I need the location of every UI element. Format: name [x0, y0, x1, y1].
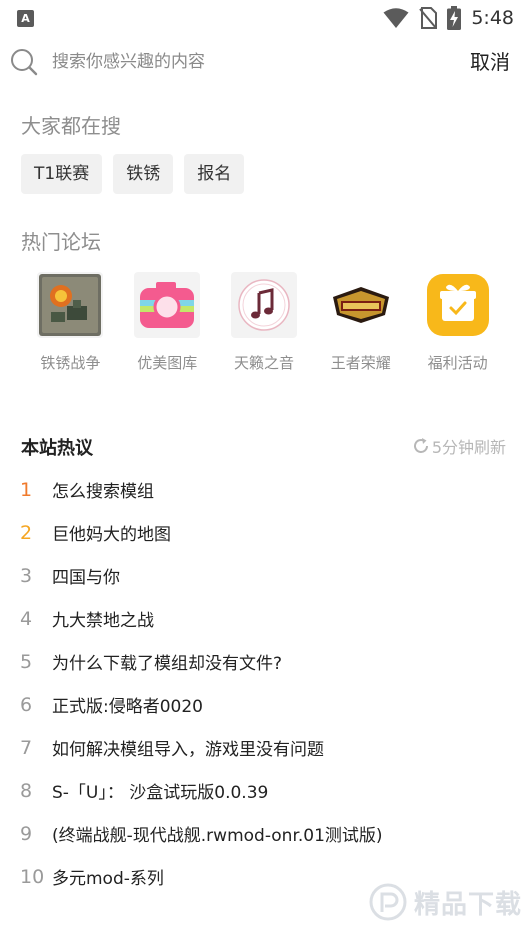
rank-number: 10 — [20, 865, 45, 888]
hot-topic-text: S-「U」： 沙盒试玩版0.0.39 — [52, 783, 269, 803]
search-icon — [11, 49, 38, 76]
no-sim-icon — [419, 7, 438, 29]
honor-of-kings-logo — [327, 272, 394, 338]
watermark-text: 精品下载 — [413, 889, 522, 920]
rank-number: 9 — [20, 822, 33, 845]
forum-label: 天籁之音 — [233, 354, 294, 372]
search-bar: 取消 — [0, 40, 526, 84]
hot-topic-item[interactable]: 3 四国与你 — [0, 554, 526, 597]
hot-topics-title: 本站热议 — [21, 438, 93, 459]
hot-forums-list: 铁锈战争 优美图库 天籁之音 王者荣耀 福利活动 — [22, 272, 506, 373]
hot-topic-text: 如何解决模组导入，游戏里没有问题 — [52, 740, 324, 760]
forum-item-honor-of-kings[interactable]: 王者荣耀 — [312, 272, 409, 373]
rank-number: 5 — [20, 650, 33, 673]
hot-search-tag[interactable]: 铁锈 — [113, 154, 174, 194]
search-input[interactable] — [52, 48, 412, 76]
gift-box-icon — [424, 272, 491, 338]
clock: 5:48 — [471, 7, 514, 29]
rank-number: 7 — [20, 736, 33, 759]
status-bar: A 5:48 — [0, 0, 526, 36]
hot-topic-text: 多元mod-系列 — [52, 869, 164, 889]
watermark-logo: 精品下载 — [368, 882, 522, 922]
rank-number: 2 — [20, 521, 33, 544]
hot-topic-item[interactable]: 7 如何解决模组导入，游戏里没有问题 — [0, 726, 526, 769]
forum-item-gallery[interactable]: 优美图库 — [119, 272, 216, 373]
camera-icon — [134, 272, 201, 338]
rank-number: 8 — [20, 779, 33, 802]
forum-label: 王者荣耀 — [330, 354, 391, 372]
hot-topic-text: 巨他妈大的地图 — [52, 525, 171, 545]
forum-item-rusted-warfare[interactable]: 铁锈战争 — [22, 272, 119, 373]
hot-forums-title: 热门论坛 — [21, 230, 101, 254]
hot-topic-text: 九大禁地之战 — [52, 611, 154, 631]
forum-label: 福利活动 — [427, 354, 488, 372]
hot-topic-text: 正式版:侵略者0020 — [52, 697, 203, 717]
hot-search-title: 大家都在搜 — [21, 114, 121, 138]
hot-topic-text: 四国与你 — [52, 568, 120, 588]
hot-topic-item[interactable]: 5 为什么下载了模组却没有文件? — [0, 640, 526, 683]
refresh-button[interactable]: 5分钟刷新 — [412, 434, 506, 458]
cancel-button[interactable]: 取消 — [470, 46, 510, 75]
hot-topics-header: 本站热议 5分钟刷新 — [21, 434, 506, 460]
battery-charging-icon — [447, 6, 462, 30]
app-notification-icon: A — [17, 10, 34, 27]
hot-topic-item[interactable]: 8 S-「U」： 沙盒试玩版0.0.39 — [0, 769, 526, 812]
refresh-label: 5分钟刷新 — [431, 438, 506, 457]
hot-topic-item[interactable]: 6 正式版:侵略者0020 — [0, 683, 526, 726]
refresh-icon — [413, 438, 428, 453]
music-note-icon — [230, 272, 297, 338]
status-icons: 5:48 — [383, 4, 514, 32]
rank-number: 3 — [20, 564, 33, 587]
forum-item-benefits[interactable]: 福利活动 — [409, 272, 506, 373]
watermark-icon — [369, 883, 407, 921]
hot-search-tags: T1联赛 铁锈 报名 — [21, 154, 245, 194]
hot-topics-list: 1 怎么搜索模组 2 巨他妈大的地图 3 四国与你 4 九大禁地之战 5 为什么… — [0, 468, 526, 898]
hot-search-tag[interactable]: T1联赛 — [21, 154, 103, 194]
hot-topic-item[interactable]: 1 怎么搜索模组 — [0, 468, 526, 511]
hot-search-tag[interactable]: 报名 — [184, 154, 245, 194]
hot-topic-text: (终端战舰-现代战舰.rwmod-onr.01测试版) — [52, 826, 383, 846]
rusted-warfare-icon — [37, 272, 104, 338]
hot-topic-item[interactable]: 9 (终端战舰-现代战舰.rwmod-onr.01测试版) — [0, 812, 526, 855]
forum-item-music[interactable]: 天籁之音 — [216, 272, 313, 373]
hot-topic-item[interactable]: 2 巨他妈大的地图 — [0, 511, 526, 554]
forum-label: 铁锈战争 — [40, 354, 101, 372]
hot-topic-item[interactable]: 4 九大禁地之战 — [0, 597, 526, 640]
wifi-icon — [383, 8, 409, 28]
rank-number: 1 — [20, 478, 33, 501]
forum-label: 优美图库 — [137, 354, 198, 372]
hot-topic-text: 为什么下载了模组却没有文件? — [52, 654, 283, 674]
rank-number: 6 — [20, 693, 33, 716]
rank-number: 4 — [20, 607, 33, 630]
hot-topic-text: 怎么搜索模组 — [52, 482, 154, 502]
